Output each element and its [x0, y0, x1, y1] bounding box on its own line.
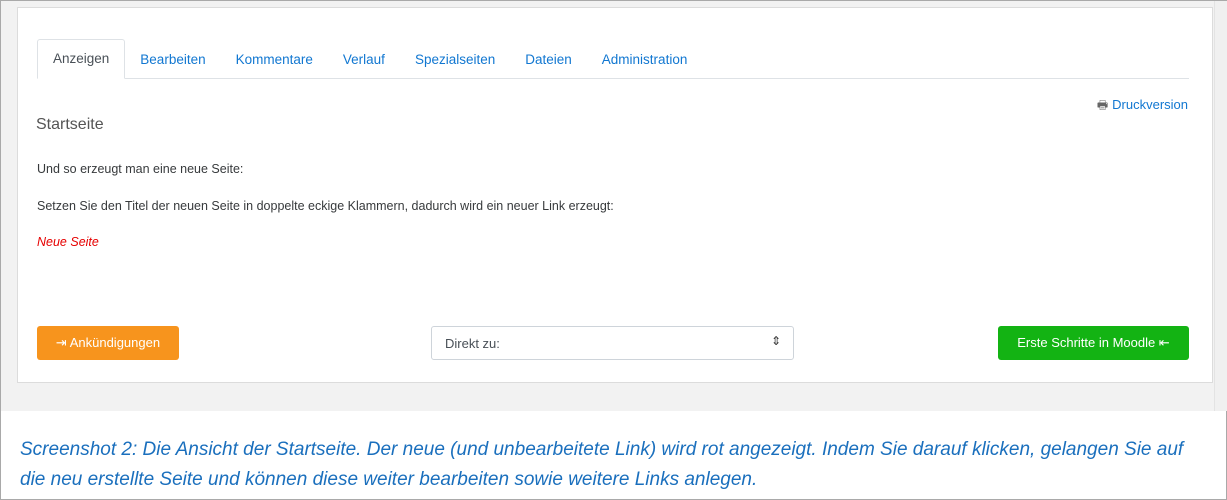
tab-spezialseiten[interactable]: Spezialseiten [400, 41, 510, 78]
tab-kommentare[interactable]: Kommentare [221, 41, 328, 78]
page-title: Startseite [36, 116, 104, 133]
next-activity-button[interactable]: Erste Schritte in Moodle ⇤ [998, 326, 1189, 360]
jump-to-select[interactable]: Direkt zu: ⇕ [431, 326, 794, 360]
wiki-tabs: Anzeigen Bearbeiten Kommentare Verlauf S… [37, 39, 1189, 79]
content-paragraph: Setzen Sie den Titel der neuen Seite in … [37, 199, 614, 213]
select-arrows-icon: ⇕ [770, 334, 781, 348]
print-version-link[interactable]: 🖶 Druckversion [1097, 96, 1188, 117]
scrollbar[interactable] [1214, 1, 1227, 411]
figure-caption: Screenshot 2: Die Ansicht der Startseite… [20, 439, 1184, 490]
tab-administration[interactable]: Administration [587, 41, 703, 78]
tab-bearbeiten[interactable]: Bearbeiten [125, 41, 220, 78]
screenshot-frame: Anzeigen Bearbeiten Kommentare Verlauf S… [0, 0, 1227, 500]
tab-dateien[interactable]: Dateien [510, 41, 587, 78]
print-version-label: Druckversion [1112, 97, 1188, 112]
content-paragraph: Und so erzeugt man eine neue Seite: [37, 162, 244, 176]
wiki-content-card: Anzeigen Bearbeiten Kommentare Verlauf S… [17, 7, 1213, 383]
tab-anzeigen[interactable]: Anzeigen [37, 39, 126, 79]
tab-verlauf[interactable]: Verlauf [328, 41, 400, 78]
printer-icon: 🖶 [1096, 98, 1109, 112]
new-page-link[interactable]: Neue Seite [37, 235, 99, 249]
jump-to-label: Direkt zu: [445, 336, 500, 351]
previous-activity-button[interactable]: ⇥ Ankündigungen [37, 326, 179, 360]
